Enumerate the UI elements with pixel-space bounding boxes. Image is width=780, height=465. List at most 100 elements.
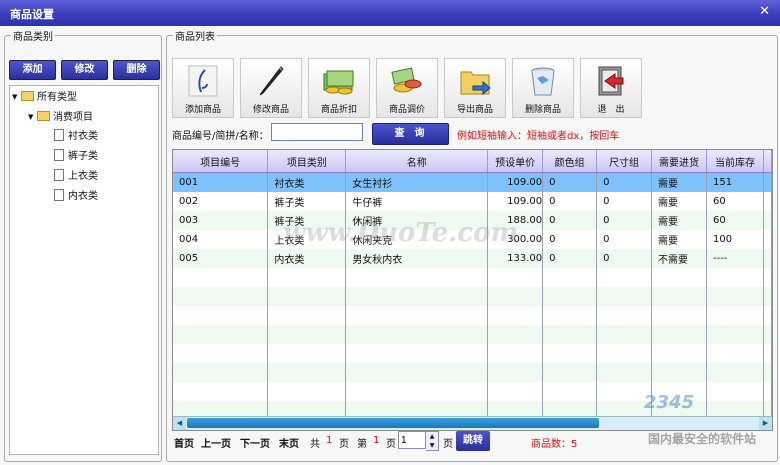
expand-icon[interactable]: ▼ xyxy=(28,110,37,124)
scroll-left-icon[interactable]: ◀ xyxy=(173,417,186,430)
delete-product-button[interactable]: 删除商品 xyxy=(512,58,574,118)
column-header[interactable]: 颜色组 xyxy=(542,150,598,173)
table-cell-filler xyxy=(763,268,772,287)
table-cell xyxy=(487,382,544,401)
table-cell: 0 xyxy=(542,230,598,249)
table-row[interactable] xyxy=(173,344,772,363)
table-cell-filler xyxy=(763,344,772,363)
table-cell: 男女秋内衣 xyxy=(345,249,489,268)
expand-icon[interactable]: ▼ xyxy=(12,90,21,104)
money-icon xyxy=(323,70,354,95)
product-table: 项目编号 项目类别 名称 预设单价 颜色组 尺寸组 需要进货 当前库存 001 衬衣类 女生衬衫 1… xyxy=(172,149,773,431)
search-input[interactable] xyxy=(271,123,363,141)
table-cell-filler xyxy=(763,363,772,382)
table-row[interactable] xyxy=(173,363,772,382)
document-icon xyxy=(54,149,64,161)
total-suffix: 页 xyxy=(339,439,349,450)
table-cell: 0 xyxy=(542,192,598,211)
scrollbar-thumb[interactable] xyxy=(187,418,599,428)
table-row[interactable] xyxy=(173,382,772,401)
tree-item-shirts[interactable]: 衬衣类 xyxy=(54,129,98,144)
tree-node-group[interactable]: ▼ 消费项目 xyxy=(28,110,93,124)
table-cell xyxy=(345,344,489,363)
tree-item-pants[interactable]: 裤子类 xyxy=(54,149,98,164)
table-cell xyxy=(487,325,544,344)
document-icon xyxy=(54,129,64,141)
table-cell: 60 xyxy=(706,192,764,211)
table-cell: 内衣类 xyxy=(267,249,347,268)
product-price-button[interactable]: 商品调价 xyxy=(376,58,438,118)
product-discount-button[interactable]: 商品折扣 xyxy=(308,58,370,118)
table-row[interactable]: 003 裤子类 休闲裤 188.00 0 0 需要 60 xyxy=(173,211,772,230)
column-header[interactable]: 项目类别 xyxy=(267,150,347,173)
table-cell xyxy=(345,306,489,325)
column-header[interactable]: 需要进货 xyxy=(651,150,707,173)
table-row[interactable]: 001 衬衣类 女生衬衫 109.00 0 0 需要 151 xyxy=(173,172,772,192)
table-cell-filler xyxy=(763,211,772,230)
query-button[interactable]: 查询 xyxy=(372,123,449,145)
exit-button[interactable]: 退 出 xyxy=(580,58,642,118)
horizontal-scrollbar[interactable]: ◀ ▶ xyxy=(173,416,772,430)
jump-button[interactable]: 跳转 xyxy=(456,431,490,451)
tree-item-tops[interactable]: 上衣类 xyxy=(54,169,98,184)
edit-category-button[interactable]: 修改 xyxy=(61,60,108,80)
table-row[interactable] xyxy=(173,268,772,287)
table-cell xyxy=(596,382,653,401)
table-row[interactable] xyxy=(173,287,772,306)
first-page-link[interactable]: 首页 xyxy=(174,435,194,450)
table-cell: 休闲夹克 xyxy=(345,230,489,249)
table-cell xyxy=(542,306,598,325)
close-icon[interactable]: ✕ xyxy=(759,4,770,19)
table-row[interactable] xyxy=(173,325,772,344)
delete-category-button[interactable]: 删除 xyxy=(113,60,160,80)
page-spinner[interactable]: ▲ ▼ xyxy=(426,431,439,451)
table-cell: 004 xyxy=(173,230,269,249)
prev-page-link[interactable]: 上一页 xyxy=(201,435,231,450)
next-page-link[interactable]: 下一页 xyxy=(240,435,270,450)
table-cell xyxy=(651,268,707,287)
table-row[interactable]: 005 内衣类 男女秋内衣 133.00 0 0 不需要 ---- xyxy=(173,249,772,268)
table-row[interactable]: 002 裤子类 牛仔裤 109.00 0 0 需要 60 xyxy=(173,192,772,211)
table-cell xyxy=(706,382,764,401)
table-cell: 上衣类 xyxy=(267,230,347,249)
add-category-button[interactable]: 添加 xyxy=(9,60,56,80)
table-cell xyxy=(345,382,489,401)
table-cell-filler xyxy=(763,230,772,249)
table-cell xyxy=(651,325,707,344)
table-cell-filler xyxy=(763,287,772,306)
table-cell: 牛仔裤 xyxy=(345,192,489,211)
column-header[interactable]: 当前库存 xyxy=(706,150,764,173)
last-page-link[interactable]: 末页 xyxy=(279,435,299,450)
table-cell xyxy=(706,325,764,344)
table-cell xyxy=(173,287,269,306)
export-product-button[interactable]: 导出商品 xyxy=(444,58,506,118)
column-header[interactable]: 尺寸组 xyxy=(596,150,653,173)
page-number-input[interactable] xyxy=(398,431,426,449)
table-cell: 133.00 xyxy=(487,249,544,268)
product-list-legend: 商品列表 xyxy=(175,32,215,43)
add-product-button[interactable]: 添加商品 xyxy=(172,58,234,118)
table-cell xyxy=(651,306,707,325)
table-cell xyxy=(596,363,653,382)
tree-node-label: 消费项目 xyxy=(53,112,93,123)
scroll-right-icon[interactable]: ▶ xyxy=(759,417,772,430)
column-header[interactable]: 项目编号 xyxy=(173,150,269,173)
column-header[interactable]: 名称 xyxy=(345,150,489,173)
tree-item-underwear[interactable]: 内衣类 xyxy=(54,189,98,204)
table-cell: 109.00 xyxy=(487,192,544,211)
column-header[interactable]: 预设单价 xyxy=(487,150,544,173)
table-row[interactable] xyxy=(173,306,772,325)
table-cell xyxy=(706,363,764,382)
table-cell: 0 xyxy=(542,172,598,192)
table-cell xyxy=(542,287,598,306)
total-pages: 1 xyxy=(326,435,333,446)
edit-product-button[interactable]: 修改商品 xyxy=(240,58,302,118)
table-cell xyxy=(542,268,598,287)
product-discount-label: 商品折扣 xyxy=(320,105,357,115)
tree-node-root[interactable]: ▼ 所有类型 xyxy=(12,90,77,104)
table-row[interactable]: 004 上衣类 休闲夹克 300.00 0 0 需要 100 xyxy=(173,230,772,249)
table-cell xyxy=(267,325,347,344)
table-cell: 300.00 xyxy=(487,230,544,249)
table-cell xyxy=(487,363,544,382)
table-cell xyxy=(542,363,598,382)
